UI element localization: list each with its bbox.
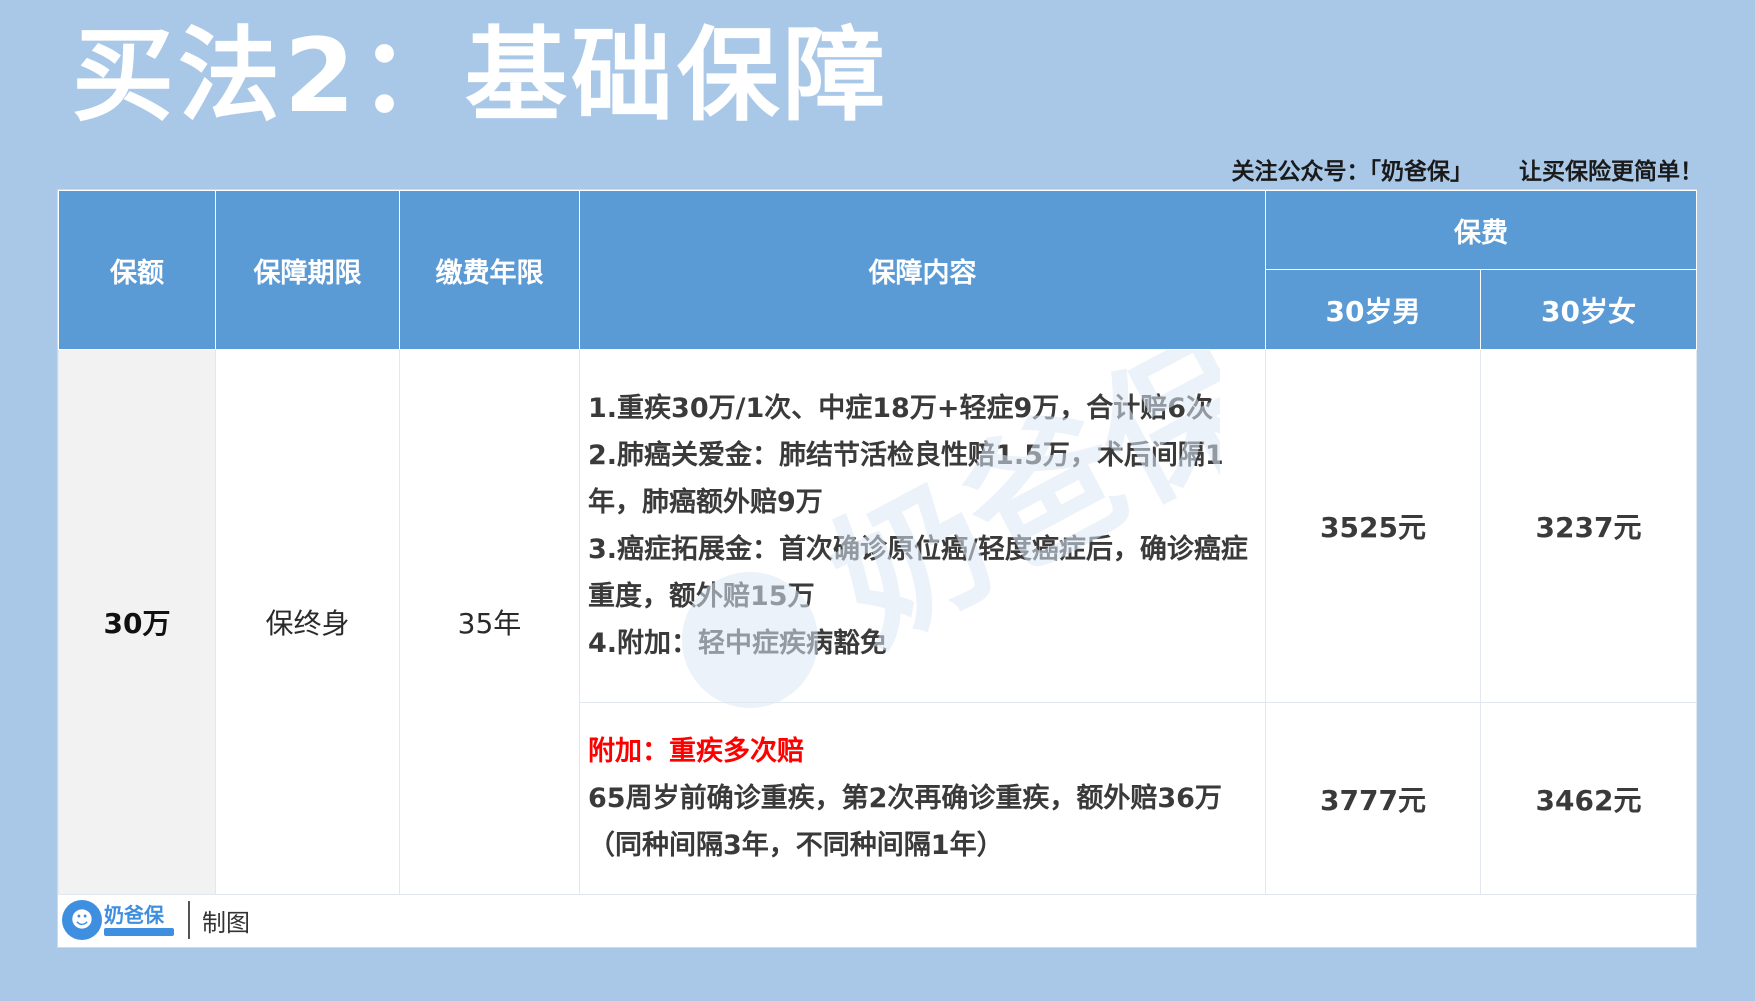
brand-logo: ☻ 奶爸保 [62, 900, 174, 940]
plan-addon-heading: 附加：重疾多次赔 [588, 736, 804, 767]
insurance-table: 保额 保障期限 缴费年限 保障内容 保费 30岁男 30岁女 30万 保终身 3… [58, 190, 1697, 895]
header-content: 保障内容 [579, 190, 1266, 350]
follow-text: 关注公众号：「奶爸保」 [1231, 159, 1474, 185]
plan-basic-line: 4.附加：轻中症疾病豁免 [588, 628, 888, 659]
header-male: 30岁男 [1265, 269, 1481, 350]
subtitle-line: 关注公众号：「奶爸保」 让买保险更简单！ [1232, 152, 1704, 186]
cell-price-male-addon: 3777元 [1265, 702, 1481, 895]
cell-period: 保终身 [215, 349, 400, 895]
header-premium: 保费 [1265, 190, 1697, 270]
cell-plan-basic: 1.重疾30万/1次、中症18万+轻症9万，合计赔6次 2.肺癌关爱金：肺结节活… [579, 349, 1266, 703]
cell-plan-addon: 附加：重疾多次赔 65周岁前确诊重疾，第2次再确诊重疾，额外赔36万（同种间隔3… [579, 702, 1266, 895]
header-payment: 缴费年限 [399, 190, 580, 350]
header-female: 30岁女 [1480, 269, 1697, 350]
plan-addon-line: 65周岁前确诊重疾，第2次再确诊重疾，额外赔36万（同种间隔3年，不同种间隔1年… [588, 783, 1222, 861]
cell-amount: 30万 [58, 349, 216, 895]
plan-basic-line: 1.重疾30万/1次、中症18万+轻症9万，合计赔6次 [588, 393, 1214, 424]
cell-price-male-basic: 3525元 [1265, 349, 1481, 703]
header-period: 保障期限 [215, 190, 400, 350]
page-title: 买法2：基础保障 [72, 17, 889, 136]
slogan-text: 让买保险更简单！ [1519, 159, 1703, 185]
made-label: 制图 [202, 908, 250, 937]
footer-divider [188, 901, 190, 939]
logo-name: 奶爸保 [104, 903, 164, 927]
header-amount: 保额 [58, 190, 216, 350]
plan-basic-line: 3.癌症拓展金：首次确诊原位癌/轻度癌症后，确诊癌症重度，额外赔15万 [588, 534, 1248, 612]
logo-bar [104, 928, 174, 936]
footer: ☻ 奶爸保 制图 [58, 893, 1696, 947]
cell-price-female-addon: 3462元 [1480, 702, 1697, 895]
cell-price-female-basic: 3237元 [1480, 349, 1697, 703]
cell-payment: 35年 [399, 349, 580, 895]
plan-basic-line: 2.肺癌关爱金：肺结节活检良性赔1.5万，术后间隔1年，肺癌额外赔9万 [588, 440, 1224, 518]
insurance-table-card: 保额 保障期限 缴费年限 保障内容 保费 30岁男 30岁女 30万 保终身 3… [57, 189, 1697, 948]
family-icon: ☻ [62, 900, 102, 940]
